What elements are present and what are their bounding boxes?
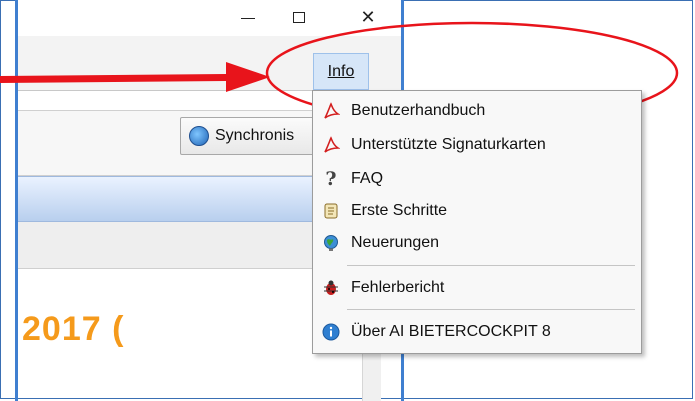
menu-separator — [347, 265, 635, 266]
info-icon — [321, 322, 341, 342]
menu-item-label: Fehlerbericht — [351, 279, 445, 296]
pdf-icon — [321, 101, 341, 121]
globe-icon — [321, 233, 341, 253]
menu-item-neuerungen[interactable]: Neuerungen — [313, 227, 641, 259]
synchronise-label: Synchronis — [215, 127, 295, 144]
question-icon: ? — [325, 168, 337, 190]
menu-item-label: FAQ — [351, 170, 384, 187]
menu-item-label: Unterstützte Signaturkarten — [351, 136, 546, 153]
pdf-icon — [321, 135, 341, 155]
menu-item-ueber[interactable]: Über AI BIETERCOCKPIT 8 — [313, 316, 641, 348]
menu-item-signaturkarten[interactable]: Unterstützte Signaturkarten — [313, 129, 641, 161]
menu-item-erste-schritte[interactable]: Erste Schritte — [313, 195, 641, 227]
sync-globe-icon — [189, 126, 209, 146]
scroll-icon — [321, 201, 341, 221]
menu-item-faq[interactable]: ? FAQ — [313, 163, 641, 195]
menu-item-label: Neuerungen — [351, 234, 440, 251]
menu-item-label: Erste Schritte — [351, 202, 448, 219]
menu-item-label: Über AI BIETERCOCKPIT 8 — [351, 323, 551, 340]
menu-item-benutzerhandbuch[interactable]: Benutzerhandbuch — [313, 95, 641, 127]
minimize-icon — [241, 17, 255, 19]
info-dropdown-menu: Benutzerhandbuch Unterstützte Signaturka… — [312, 90, 642, 354]
year-heading: 2017 ( — [22, 310, 125, 348]
menu-item-fehlerbericht[interactable]: Fehlerbericht — [313, 272, 641, 304]
menu-separator — [347, 309, 635, 310]
menu-item-label: Benutzerhandbuch — [351, 102, 486, 119]
bug-icon — [321, 278, 341, 298]
annotation-arrow — [0, 62, 270, 92]
